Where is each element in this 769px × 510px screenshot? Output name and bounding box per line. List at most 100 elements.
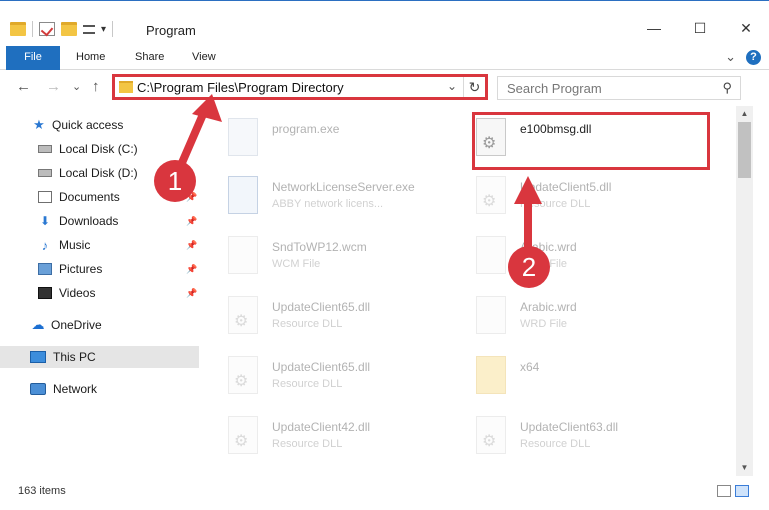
search-input[interactable]: Search Program xyxy=(507,81,602,96)
sidebar-item-pictures[interactable]: Pictures 📌 xyxy=(0,258,199,280)
file-type: Resource DLL xyxy=(520,438,591,450)
file-item[interactable]: UpdateClient5.dll Resource DLL xyxy=(448,168,696,220)
videos-icon xyxy=(38,287,52,299)
folder-icon[interactable] xyxy=(10,22,26,36)
file-type: ABBY network licens... xyxy=(272,198,384,210)
file-item[interactable]: Arabic.wrd WRD File xyxy=(448,228,696,280)
file-icon xyxy=(228,236,258,274)
scroll-down-button[interactable]: ▼ xyxy=(736,460,753,476)
sidebar-item-network[interactable]: Network xyxy=(0,378,199,400)
maximize-button[interactable]: ☐ xyxy=(677,13,723,43)
step-2-callout: 2 xyxy=(508,246,550,288)
app-icon xyxy=(228,176,258,214)
file-type: WRD File xyxy=(520,318,568,330)
recent-locations-button[interactable]: ⌄ xyxy=(72,80,81,93)
file-name: x64 xyxy=(520,360,540,374)
customize-toolbar-icon[interactable] xyxy=(83,24,95,34)
file-item[interactable]: UpdateClient63.dll Resource DLL xyxy=(448,408,696,460)
file-type: Resource DLL xyxy=(272,378,343,390)
scroll-thumb[interactable] xyxy=(738,122,751,178)
scroll-up-button[interactable]: ▲ xyxy=(736,106,753,122)
up-button[interactable]: ↑ xyxy=(92,78,100,95)
large-icons-view-icon[interactable] xyxy=(735,485,749,497)
sidebar-item-videos[interactable]: Videos 📌 xyxy=(0,282,199,304)
file-item[interactable]: SndToWP12.wcm WCM File xyxy=(200,228,448,280)
file-name: SndToWP12.wcm xyxy=(272,240,367,254)
file-item[interactable]: NetworkLicenseServer.exe ABBY network li… xyxy=(200,168,448,220)
dll-icon xyxy=(228,416,258,454)
downloads-icon: ⬇ xyxy=(39,214,51,228)
sidebar-item-music[interactable]: ♪ Music 📌 xyxy=(0,234,199,256)
sidebar-item-label: Music xyxy=(59,238,91,252)
search-box[interactable]: Search Program ⚲ xyxy=(497,76,741,100)
chevron-down-icon[interactable]: ⌄ xyxy=(447,79,457,93)
file-item[interactable]: UpdateClient65.dll Resource DLL xyxy=(200,348,448,400)
disk-icon xyxy=(38,145,52,153)
file-name: UpdateClient42.dll xyxy=(272,420,371,434)
sidebar-item-label: Network xyxy=(53,382,98,396)
chevron-down-icon[interactable]: ▾ xyxy=(101,24,106,35)
window-title: Program xyxy=(146,23,196,38)
sidebar-item-label: Local Disk (C:) xyxy=(59,142,138,156)
item-count: 163 items xyxy=(18,485,66,497)
onedrive-icon: ☁ xyxy=(31,317,45,332)
file-name: UpdateClient63.dll xyxy=(520,420,619,434)
tab-view[interactable]: View xyxy=(192,46,216,68)
dll-icon xyxy=(476,176,506,214)
file-item[interactable]: x64 xyxy=(448,348,696,400)
back-button[interactable]: ← xyxy=(16,78,31,95)
file-item[interactable]: UpdateClient65.dll Resource DLL xyxy=(200,288,448,340)
ribbon: File Home Share View ⌄ ? xyxy=(0,44,769,98)
sidebar-item-label: Quick access xyxy=(52,118,124,132)
file-name: UpdateClient5.dll xyxy=(520,180,612,194)
file-type: WCM File xyxy=(272,258,321,270)
music-icon: ♪ xyxy=(41,237,49,253)
sidebar-item-label: Pictures xyxy=(59,262,103,276)
sidebar-item-this-pc[interactable]: This PC xyxy=(0,346,199,368)
forward-button[interactable]: → xyxy=(46,78,61,95)
file-type: Resource DLL xyxy=(272,438,343,450)
file-item[interactable]: UpdateClient42.dll Resource DLL xyxy=(200,408,448,460)
quick-access-toolbar: ▾ xyxy=(10,21,114,37)
disk-icon xyxy=(38,169,52,177)
address-bar[interactable]: C:\Program Files\Program Directory ⌄ ↻ xyxy=(112,74,488,100)
tab-home[interactable]: Home xyxy=(76,46,105,68)
sidebar-item-downloads[interactable]: ⬇ Downloads 📌 xyxy=(0,210,199,232)
navigation-bar: ← → ⌄ ↑ C:\Program Files\Program Directo… xyxy=(0,70,769,106)
sidebar-item-onedrive[interactable]: ☁ OneDrive xyxy=(0,314,199,336)
address-path[interactable]: C:\Program Files\Program Directory xyxy=(137,80,344,95)
step-1-callout: 1 xyxy=(154,160,196,202)
file-item[interactable]: program.exe xyxy=(200,110,448,162)
toolbar-separator xyxy=(112,21,114,37)
file-type: Resource DLL xyxy=(272,318,343,330)
expand-ribbon-icon[interactable]: ⌄ xyxy=(725,49,736,65)
file-item[interactable]: Arabic.wrd WRD File xyxy=(448,288,696,340)
help-icon[interactable]: ? xyxy=(746,49,761,65)
toolbar-separator xyxy=(32,21,33,37)
exe-icon xyxy=(228,118,258,156)
file-name: NetworkLicenseServer.exe xyxy=(272,180,415,194)
new-folder-icon[interactable] xyxy=(61,22,77,36)
pin-icon[interactable]: 📌 xyxy=(186,240,197,251)
file-item[interactable]: e100bmsg.dll xyxy=(448,110,696,162)
vertical-scrollbar[interactable]: ▲ ▼ xyxy=(736,106,753,476)
dll-icon xyxy=(228,296,258,334)
close-button[interactable]: ✕ xyxy=(723,13,769,43)
details-view-icon[interactable] xyxy=(717,485,731,497)
minimize-button[interactable]: — xyxy=(631,13,677,43)
dll-icon xyxy=(228,356,258,394)
file-name: UpdateClient65.dll xyxy=(272,360,371,374)
window-controls: — ☐ ✕ xyxy=(631,13,769,43)
sidebar-item-local-disk-c[interactable]: Local Disk (C:) xyxy=(0,138,199,160)
sidebar-item-label: Documents xyxy=(59,190,120,204)
pc-icon xyxy=(30,351,46,363)
search-icon[interactable]: ⚲ xyxy=(722,80,732,96)
pin-icon[interactable]: 📌 xyxy=(186,288,197,299)
sidebar-item-quick-access[interactable]: ★ Quick access xyxy=(0,114,199,136)
refresh-button[interactable]: ↻ xyxy=(463,77,485,97)
pin-icon[interactable]: 📌 xyxy=(186,264,197,275)
pin-icon[interactable]: 📌 xyxy=(186,216,197,227)
properties-icon[interactable] xyxy=(39,22,55,36)
tab-share[interactable]: Share xyxy=(135,46,164,68)
file-type: Resource DLL xyxy=(520,198,591,210)
